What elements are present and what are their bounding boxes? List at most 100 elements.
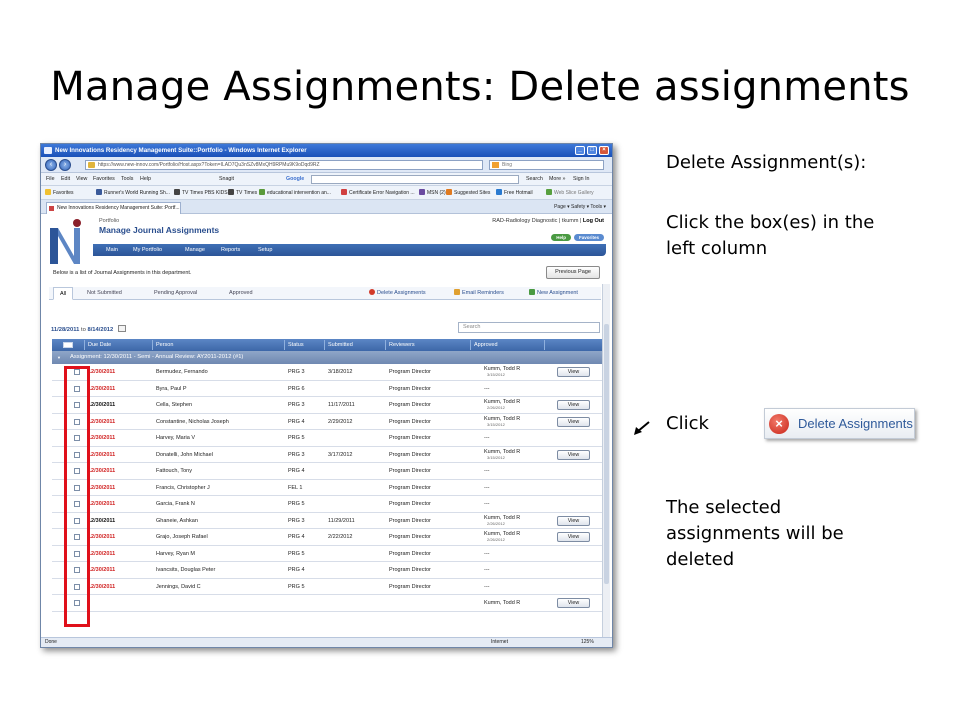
view-button[interactable]: View bbox=[557, 532, 590, 542]
scrollbar-thumb[interactable] bbox=[604, 324, 609, 584]
nav-manage[interactable]: Manage bbox=[185, 244, 205, 256]
person-cell[interactable]: Byra, Paul P bbox=[156, 381, 187, 397]
reviewer-cell: Program Director bbox=[389, 369, 431, 375]
view-button[interactable]: View bbox=[557, 449, 590, 460]
date-to[interactable]: 8/14/2012 bbox=[87, 327, 113, 333]
person-cell[interactable]: Ghaneie, Ashkan bbox=[156, 513, 198, 529]
view-button[interactable]: View bbox=[557, 515, 590, 526]
nav-main[interactable]: Main bbox=[106, 244, 118, 256]
col-submitted[interactable]: Submitted bbox=[328, 339, 353, 351]
fav-cert-error[interactable]: Certificate Error Navigation ... bbox=[341, 186, 415, 200]
google-more-button[interactable]: More » bbox=[549, 173, 566, 186]
zoom-level[interactable]: 125% bbox=[581, 638, 594, 647]
assignment-group-header[interactable]: Assignment: 12/30/2011 - Semi - Annual R… bbox=[52, 351, 603, 364]
person-cell[interactable]: Francis, Christopher J bbox=[156, 480, 210, 496]
previous-page-button[interactable]: Previous Page bbox=[546, 266, 600, 279]
person-cell[interactable]: Grajo, Joseph Rafael bbox=[156, 529, 208, 545]
view-button[interactable]: View bbox=[557, 598, 590, 608]
menu-file[interactable]: File bbox=[46, 173, 55, 186]
menu-bar: File Edit View Favorites Tools Help Snag… bbox=[41, 173, 612, 186]
fav-tv-times[interactable]: TV Times bbox=[228, 186, 257, 200]
person-cell[interactable]: Cella, Stephen bbox=[156, 397, 192, 413]
email-reminders-link[interactable]: Email Reminders bbox=[454, 287, 504, 300]
status-cell: PRG 3 bbox=[288, 369, 305, 375]
person-cell[interactable]: Ivancsits, Douglas Peter bbox=[156, 562, 215, 578]
fav-runners-world[interactable]: Runner's World Running Sh... bbox=[96, 186, 170, 200]
due-date-cell: 12/30/2011 bbox=[88, 517, 116, 524]
favorites-button[interactable]: Favorites bbox=[45, 186, 74, 200]
table-row: 12/30/2011 Bermudez, Fernando PRG 3 3/18/20… bbox=[52, 364, 603, 381]
person-cell[interactable]: Bermudez, Fernando bbox=[156, 364, 208, 380]
page-scrollbar[interactable] bbox=[602, 284, 610, 639]
maximize-icon[interactable]: □ bbox=[587, 146, 597, 155]
nav-setup[interactable]: Setup bbox=[258, 244, 272, 256]
approved-cell: --- bbox=[484, 484, 490, 491]
fav-msn[interactable]: MSN (2) bbox=[419, 186, 446, 200]
intro-text: Below is a list of Journal Assignments i… bbox=[53, 270, 192, 276]
chevron-down-icon[interactable] bbox=[117, 325, 126, 332]
person-cell[interactable]: Fattouch, Tony bbox=[156, 463, 192, 479]
view-button[interactable]: View bbox=[557, 416, 590, 427]
browser-search-input[interactable]: Bing bbox=[489, 160, 604, 170]
col-approved[interactable]: Approved bbox=[474, 339, 498, 351]
tab-pending-approval[interactable]: Pending Approval bbox=[154, 287, 197, 300]
fav-pbs-kids[interactable]: TV Times PBS KIDS bbox=[174, 186, 228, 200]
date-from[interactable]: 11/28/2011 bbox=[51, 327, 79, 333]
logout-link[interactable]: Log Out bbox=[583, 218, 604, 224]
menu-favorites[interactable]: Favorites bbox=[93, 173, 115, 186]
minimize-icon[interactable]: _ bbox=[575, 146, 585, 155]
google-signin-link[interactable]: Sign In bbox=[573, 173, 590, 186]
new-assignment-link[interactable]: New Assignment bbox=[529, 287, 578, 300]
col-due-date[interactable]: Due Date bbox=[88, 339, 111, 351]
site-icon bbox=[419, 189, 425, 195]
url-field[interactable]: https://www.new-innov.com/Portfolio/Host… bbox=[85, 160, 483, 170]
google-search-input[interactable] bbox=[311, 175, 519, 184]
fav-webslice[interactable]: Web Slice Gallery bbox=[546, 186, 594, 200]
google-search-button[interactable]: Search bbox=[526, 173, 543, 186]
favorites-menu-button[interactable]: Favorites bbox=[573, 234, 604, 241]
col-status[interactable]: Status bbox=[288, 339, 304, 351]
nav-reports[interactable]: Reports bbox=[221, 244, 240, 256]
delete-assignments-callout-button[interactable]: × Delete Assignments bbox=[764, 408, 915, 439]
approved-cell: --- bbox=[484, 435, 490, 441]
lock-icon bbox=[88, 162, 95, 168]
view-button[interactable]: View bbox=[557, 400, 590, 410]
window-titlebar: New Innovations Residency Management Sui… bbox=[41, 144, 612, 157]
select-all-checkbox[interactable] bbox=[63, 342, 73, 348]
snagit-button[interactable]: Snagit bbox=[219, 173, 234, 186]
menu-help[interactable]: Help bbox=[140, 173, 151, 186]
person-cell[interactable]: Harvey, Ryan M bbox=[156, 546, 195, 562]
person-cell[interactable]: Constantine, Nicholas Joseph bbox=[156, 414, 229, 430]
view-button[interactable]: View bbox=[557, 367, 590, 377]
person-cell[interactable]: Garcia, Frank N bbox=[156, 496, 195, 512]
tab-not-submitted[interactable]: Not Submitted bbox=[87, 287, 122, 300]
due-date-cell: 12/30/2011 bbox=[88, 451, 116, 458]
fav-suggested[interactable]: Suggested Sites bbox=[446, 186, 490, 200]
google-logo: Google bbox=[286, 176, 305, 182]
approved-cell: --- bbox=[484, 550, 490, 557]
delete-assignments-link[interactable]: Delete Assignments bbox=[369, 287, 426, 300]
new-innovations-logo-icon bbox=[50, 219, 81, 264]
person-cell[interactable]: Donatelli, John Michael bbox=[156, 447, 213, 463]
fav-educational[interactable]: educational intervention an... bbox=[259, 186, 331, 200]
close-icon[interactable]: × bbox=[599, 146, 609, 155]
menu-tools[interactable]: Tools bbox=[121, 173, 133, 186]
tab-approved[interactable]: Approved bbox=[229, 287, 253, 300]
person-cell[interactable]: Jennings, David C bbox=[156, 579, 201, 595]
person-cell[interactable]: Harvey, Maria V bbox=[156, 430, 195, 446]
command-bar[interactable]: Page ▾ Safety ▾ Tools ▾ bbox=[554, 202, 606, 212]
approved-cell: Kumm, Todd R 3/15/2012 bbox=[484, 415, 521, 427]
nav-my-portfolio[interactable]: My Portfolio bbox=[133, 244, 162, 256]
menu-view[interactable]: View bbox=[76, 173, 87, 186]
back-icon[interactable]: ‹ bbox=[45, 159, 57, 171]
forward-icon[interactable]: › bbox=[59, 159, 71, 171]
search-input[interactable]: Search bbox=[458, 322, 600, 333]
browser-tab[interactable]: New Innovations Residency Management Sui… bbox=[46, 202, 181, 214]
col-reviewers[interactable]: Reviewers bbox=[389, 339, 415, 351]
help-button[interactable]: Help bbox=[551, 234, 571, 241]
breadcrumb[interactable]: Portfolio bbox=[99, 218, 119, 224]
tab-all[interactable]: All bbox=[53, 287, 74, 300]
col-person[interactable]: Person bbox=[156, 339, 173, 351]
fav-hotmail[interactable]: Free Hotmail bbox=[496, 186, 533, 200]
menu-edit[interactable]: Edit bbox=[61, 173, 70, 186]
